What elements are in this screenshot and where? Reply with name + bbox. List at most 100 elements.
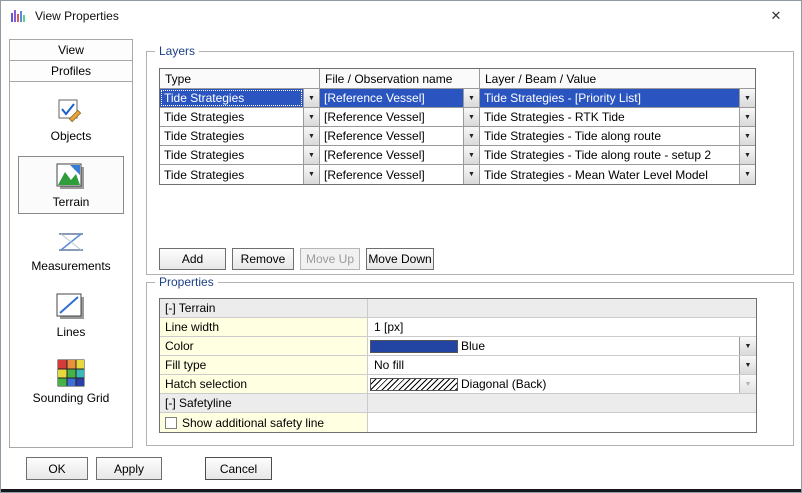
property-label[interactable]: Color [160,337,368,355]
sidebar-item-measurements[interactable]: Measurements [18,222,124,278]
type-combo[interactable]: Tide Strategies ▼ [160,146,319,164]
combo-value: [Reference Vessel] [320,146,463,164]
combo-value: Tide Strategies - Tide along route [480,127,739,145]
chevron-down-icon[interactable]: ▼ [463,127,479,145]
window-title: View Properties [35,9,119,23]
chevron-down-icon[interactable]: ▼ [463,89,479,107]
color-value: Blue [458,339,485,353]
file-combo[interactable]: [Reference Vessel] ▼ [320,108,479,126]
combo-value: Tide Strategies [160,108,303,126]
layer-combo[interactable]: Tide Strategies - Tide along route ▼ [480,127,755,145]
chevron-down-icon[interactable]: ▼ [463,108,479,126]
file-cell: [Reference Vessel] ▼ [320,127,480,146]
file-combo[interactable]: [Reference Vessel] ▼ [320,127,479,145]
property-value[interactable]: Diagonal (Back) ▼ [368,375,756,393]
combo-value: [Reference Vessel] [320,108,463,126]
type-combo[interactable]: Tide Strategies ▼ [160,127,319,145]
sidebar-item-terrain[interactable]: Terrain [18,156,124,214]
layer-combo[interactable]: Tide Strategies - Mean Water Level Model… [480,165,755,184]
layer-cell: Tide Strategies - RTK Tide ▼ [480,108,755,127]
sidebar-item-label: Lines [57,325,86,339]
tab-profiles[interactable]: Profiles [10,61,132,82]
ok-button[interactable]: OK [26,457,88,480]
property-label[interactable]: Line width [160,318,368,336]
close-icon[interactable]: ✕ [759,5,793,27]
measurements-icon [55,228,87,256]
table-row: Tide Strategies ▼ [Reference Vessel] ▼ T… [160,146,755,165]
combo-value: [Reference Vessel] [320,127,463,145]
layers-table-header: Type File / Observation name Layer / Bea… [160,69,755,89]
chevron-down-icon[interactable]: ▼ [739,146,755,164]
chevron-down-icon[interactable]: ▼ [303,108,319,126]
property-label[interactable]: [-] Safetyline [160,394,368,412]
file-combo[interactable]: [Reference Vessel] ▼ [320,89,479,107]
combo-value: [Reference Vessel] [320,89,463,107]
property-row-color: Color Blue ▼ [160,337,756,356]
chevron-down-icon[interactable]: ▼ [463,146,479,164]
layers-table: Type File / Observation name Layer / Bea… [159,68,756,185]
apply-button[interactable]: Apply [96,457,162,480]
lines-icon [55,292,87,322]
view-properties-dialog: View Properties ✕ View Profiles Objects [0,0,802,493]
file-combo[interactable]: [Reference Vessel] ▼ [320,165,479,184]
layer-cell: Tide Strategies - Mean Water Level Model… [480,165,755,184]
chevron-down-icon[interactable]: ▼ [739,127,755,145]
chevron-down-icon[interactable]: ▼ [303,127,319,145]
properties-group: Properties [-] Terrain Line width 1 [px]… [146,282,794,446]
chevron-down-icon[interactable]: ▼ [739,356,756,374]
property-value[interactable]: Blue ▼ [368,337,756,355]
chevron-down-icon[interactable]: ▼ [303,89,319,107]
layer-combo[interactable]: Tide Strategies - RTK Tide ▼ [480,108,755,126]
file-cell: [Reference Vessel] ▼ [320,108,480,127]
cancel-button[interactable]: Cancel [205,457,272,480]
table-row: Tide Strategies ▼ [Reference Vessel] ▼ T… [160,108,755,127]
type-combo[interactable]: Tide Strategies ▼ [160,108,319,126]
layer-combo[interactable]: Tide Strategies - [Priority List] ▼ [480,89,755,107]
combo-value: Tide Strategies - [Priority List] [480,89,739,107]
layer-cell: Tide Strategies - [Priority List] ▼ [480,89,755,108]
property-label: Show additional safety line [182,416,324,430]
property-value [368,413,756,432]
file-combo[interactable]: [Reference Vessel] ▼ [320,146,479,164]
chevron-down-icon[interactable]: ▼ [739,165,755,184]
property-value[interactable]: 1 [px] [368,318,756,336]
move-down-button[interactable]: Move Down [366,248,434,270]
property-label[interactable]: [-] Terrain [160,299,368,317]
layer-combo[interactable]: Tide Strategies - Tide along route - set… [480,146,755,164]
property-value [368,394,756,412]
move-up-button: Move Up [300,248,360,270]
chevron-down-icon[interactable]: ▼ [739,108,755,126]
tab-view[interactable]: View [10,40,132,61]
chevron-down-icon[interactable]: ▼ [303,146,319,164]
sidebar-items: Objects Terrain Measurements [10,82,132,418]
line-width-value: 1 [px] [368,320,403,334]
chevron-down-icon[interactable]: ▼ [463,165,479,184]
sidebar-item-label: Objects [51,129,92,143]
type-combo[interactable]: Tide Strategies ▼ [160,165,319,184]
property-value [368,299,756,317]
chevron-down-icon[interactable]: ▼ [739,337,756,355]
sidebar-item-lines[interactable]: Lines [18,286,124,344]
add-button[interactable]: Add [159,248,226,270]
layers-group-title: Layers [155,44,199,58]
property-label-with-checkbox: Show additional safety line [160,413,368,432]
sidebar-item-label: Sounding Grid [33,391,110,405]
show-safety-line-checkbox[interactable] [165,417,177,429]
layers-group: Layers Type File / Observation name Laye… [146,51,794,275]
property-label[interactable]: Fill type [160,356,368,374]
chevron-down-icon[interactable]: ▼ [739,89,755,107]
properties-group-title: Properties [155,275,218,289]
column-header-type: Type [160,69,320,89]
terrain-icon [55,162,87,192]
sidebar-item-objects[interactable]: Objects [18,90,124,148]
file-cell: [Reference Vessel] ▼ [320,165,480,184]
type-combo[interactable]: Tide Strategies ▼ [160,89,319,107]
type-cell: Tide Strategies ▼ [160,146,320,165]
combo-value: Tide Strategies - Mean Water Level Model [480,165,739,184]
sidebar-item-sounding-grid[interactable]: Sounding Grid [18,352,124,410]
property-row-safetyline-category: [-] Safetyline [160,394,756,413]
remove-button[interactable]: Remove [232,248,294,270]
property-value[interactable]: No fill ▼ [368,356,756,374]
property-label[interactable]: Hatch selection [160,375,368,393]
chevron-down-icon[interactable]: ▼ [303,165,319,184]
